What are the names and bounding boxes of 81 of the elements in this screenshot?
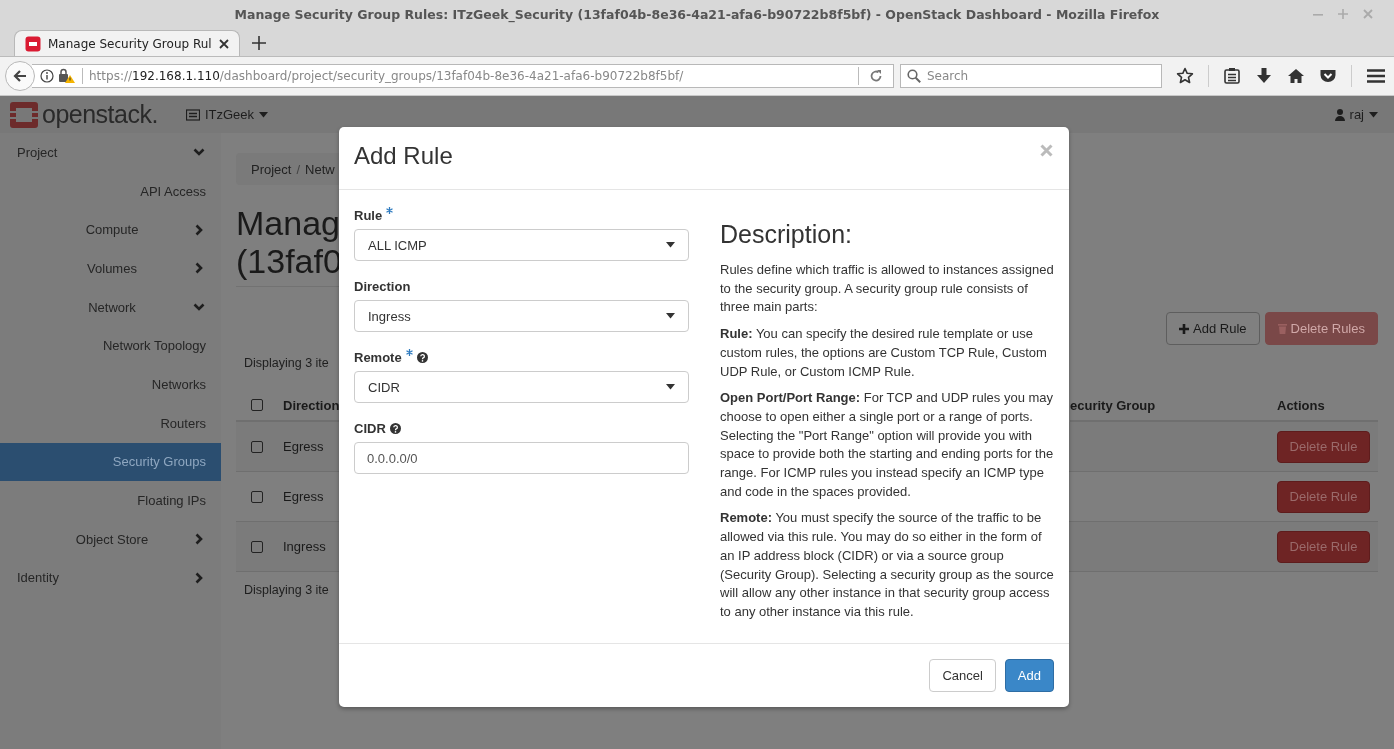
field-label: Direction [354, 278, 411, 294]
page-title: Manag [236, 204, 339, 242]
breadcrumb-link[interactable]: Netw [305, 161, 335, 177]
openstack-logo-icon [25, 35, 41, 52]
home-icon[interactable] [1287, 67, 1305, 85]
field-label: CIDR [354, 420, 386, 436]
page-title: (13faf0 [236, 242, 339, 280]
caret-icon [259, 111, 269, 118]
sidebar-item[interactable]: Network [0, 287, 221, 327]
menu-icon[interactable] [1366, 67, 1386, 85]
description-text: Open Port/Port Range: For TCP and UDP rules you may choose to open either a single port or a range of ports. Selecting the "Port Range" option will provide you with space to provide both the starting and ending ports for the range. For ICMP rules you instead specify an ICMP type and code in the spaces provided. [720, 389, 1055, 501]
sidebar-item[interactable]: Project [0, 133, 221, 172]
column-header: Direction [283, 397, 340, 413]
address-field[interactable]: https://192.168.1.110/dashboard/project/security_groups/13faf04b-8e36-4a21-afa6-b90722b8f5bf/ [32, 64, 894, 88]
star-icon[interactable] [1176, 67, 1194, 85]
window-title: Manage Security Group Rules: ITzGeek_Security (13faf04b-8e36-4a21-afa6-b90722b8f5bf) - OpenStack Dashboard - Mozilla Firefox [234, 6, 1160, 22]
brand-name: openstack. [42, 100, 158, 129]
breadcrumb-link[interactable]: Project [251, 161, 292, 177]
delete-rule-button[interactable]: Delete Rule [1277, 480, 1370, 513]
download-icon[interactable] [1255, 67, 1273, 85]
user-icon [1334, 108, 1345, 121]
trash-icon [1277, 323, 1287, 334]
checkbox[interactable] [251, 490, 263, 503]
field-label: Remote [354, 349, 402, 365]
plus-icon[interactable] [251, 36, 266, 50]
sidebar-item[interactable]: Routers [0, 403, 221, 443]
browser-tab[interactable]: Manage Security Group Rul [14, 30, 240, 56]
checkbox[interactable] [251, 540, 263, 553]
back-arrow-icon [12, 68, 28, 84]
delete-rule-button[interactable]: Delete Rule [1277, 530, 1370, 563]
pocket-icon[interactable] [1319, 67, 1337, 85]
lock-warning-icon [58, 68, 76, 84]
caret-icon [666, 313, 675, 319]
cancel-button[interactable]: Cancel [929, 659, 996, 692]
description-text: Remote: You must specify the source of the traffic to be allowed via this rule. You may do so either in the form of an IP address block (CIDR) or via a source group (Security Group). Selecting a security group as the source will allow any other instance in that security group access to any other instance via this rule. [720, 509, 1055, 621]
description-text: Rule: You can specify the desired rule template or use custom rules, the options are Custom TCP Rule, Custom UDP Rule, or Custom ICMP Rule. [720, 325, 1048, 381]
sidebar-item[interactable]: Volumes [0, 249, 221, 288]
sidebar-item[interactable]: Identity [0, 558, 221, 598]
checkbox[interactable] [251, 440, 263, 453]
close-icon[interactable] [218, 38, 229, 49]
breadcrumb: Project / Netw [236, 153, 339, 185]
clipboard-list-icon[interactable] [1223, 67, 1241, 85]
column-header: Actions [1277, 397, 1326, 413]
project-dropdown[interactable]: ITzGeek [185, 107, 269, 122]
sidebar-item[interactable]: Object Store [0, 519, 221, 559]
delete-rule-button[interactable]: Delete Rule [1277, 430, 1370, 463]
input-field[interactable]: 0.0.0.0/0 [354, 442, 689, 474]
field-label: Rule [354, 207, 383, 223]
caret-icon [666, 384, 675, 390]
sidebar-item[interactable]: API Access [0, 171, 221, 211]
caret-icon [1369, 111, 1378, 118]
sidebar-item[interactable]: Compute [0, 210, 221, 250]
plus-icon [1179, 323, 1190, 334]
column-header: ecurity Group [1070, 397, 1157, 413]
info-icon [40, 69, 54, 83]
table-cell: Ingress [283, 539, 326, 554]
select-field[interactable]: Ingress [354, 300, 689, 332]
select-field[interactable]: CIDR [354, 371, 689, 403]
description-text: Rules define which traffic is allowed to instances assigned to the security group. A security group rule consists of three main parts: [720, 261, 1055, 317]
description-title: Description: [720, 220, 853, 249]
select-field[interactable]: ALL ICMP [354, 229, 689, 261]
item-count: Displaying 3 ite [243, 356, 330, 370]
search-field[interactable]: Search [900, 64, 1162, 88]
sidebar-item[interactable]: Floating IPs [0, 481, 221, 520]
sidebar-item[interactable]: Security Groups [0, 442, 221, 482]
add-button[interactable]: Add [1004, 659, 1054, 692]
back-button[interactable] [5, 61, 35, 91]
sidebar-item[interactable]: Network Topology [0, 326, 221, 366]
dialog-title: Add Rule [354, 142, 453, 170]
list-icon [185, 108, 200, 121]
table-cell: Egress [283, 439, 324, 454]
checkbox[interactable] [251, 399, 263, 411]
url-text: https://192.168.1.110/dashboard/project/security_groups/13faf04b-8e36-4a21-afa6-b90722b8f5bf/ [89, 69, 684, 83]
reload-icon[interactable] [869, 69, 883, 83]
openstack-logo-icon[interactable] [10, 101, 38, 128]
sidebar-item[interactable]: Networks [0, 365, 221, 404]
item-count: Displaying 3 ite [243, 583, 330, 597]
user-dropdown[interactable]: raj [1334, 107, 1378, 122]
table-cell: Egress [283, 489, 324, 504]
caret-icon [666, 242, 675, 248]
add-rule-button[interactable]: Add Rule [1166, 312, 1260, 345]
